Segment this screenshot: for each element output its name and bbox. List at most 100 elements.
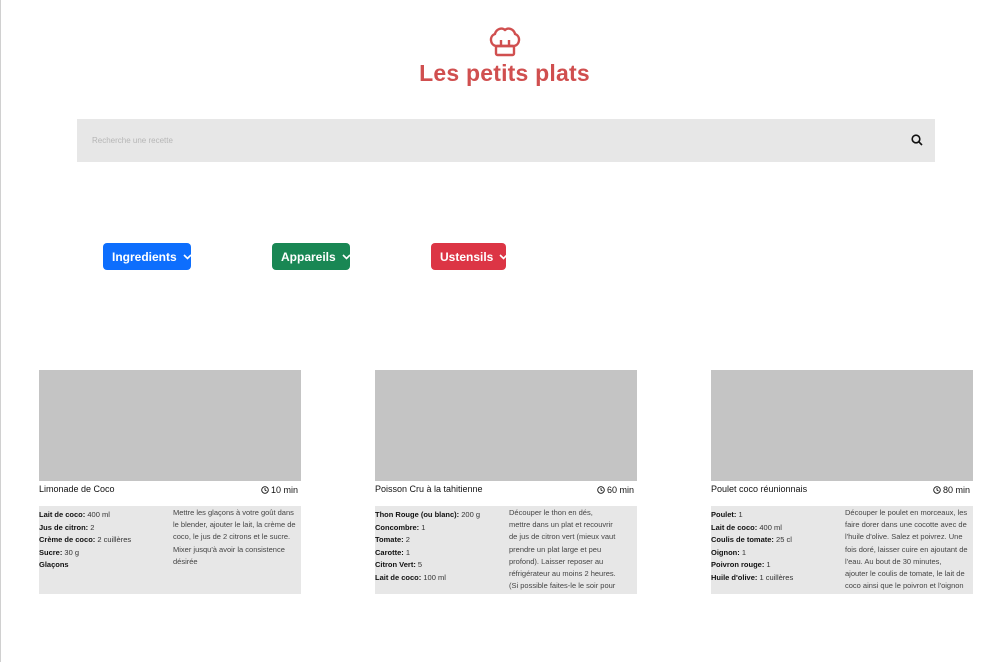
ingredient-item: Tomate: 2 xyxy=(375,534,500,547)
ingredient-name: Sucre: xyxy=(39,547,63,557)
ingredient-name: Oignon: xyxy=(711,547,740,557)
description-line: faire dorer dans une cocotte avec de xyxy=(845,520,967,530)
ingredient-item: Thon Rouge (ou blanc): 200 g xyxy=(375,509,500,522)
recipe-time: 10 min xyxy=(261,485,298,495)
description-line: Découper le poulet en morceaux, les xyxy=(845,508,968,517)
ingredient-item: Poulet: 1 xyxy=(711,509,836,522)
filter-ingredients-button[interactable]: Ingredients xyxy=(103,243,192,270)
ingredient-name: Coulis de tomate: xyxy=(711,535,774,544)
recipe-header: Limonade de Coco 10 min xyxy=(39,481,301,506)
recipe-card[interactable]: Limonade de Coco 10 min Lait de coco: 40… xyxy=(39,370,301,594)
ingredient-name: Lait de coco: xyxy=(375,572,422,582)
recipe-card[interactable]: Poisson Cru à la tahitienne 60 min Thon … xyxy=(375,370,637,594)
ingredient-quantity: 2 cuillères xyxy=(95,535,132,544)
ingredient-name: Huile d'olive: xyxy=(711,572,758,582)
recipe-time-value: 10 min xyxy=(270,485,298,495)
ingredient-quantity: 5 xyxy=(415,560,423,569)
ingredient-name: Lait de coco: xyxy=(711,522,758,532)
ingredient-name: Glaçons xyxy=(39,560,69,569)
clock-icon xyxy=(597,486,605,494)
filter-appareils-label: Appareils xyxy=(281,249,336,264)
chevron-down-icon xyxy=(342,253,351,260)
description-line: réfrigérateur au moins 2 heures. xyxy=(509,569,616,579)
description-line: Découper le thon en dés, xyxy=(509,508,593,517)
ingredient-name: Citron Vert: xyxy=(375,560,416,569)
ingredient-quantity: 100 ml xyxy=(421,572,446,582)
recipe-description: Découper le thon en dés, mettre dans un p… xyxy=(509,507,637,592)
ingredient-name: Jus de citron: xyxy=(39,522,89,532)
recipe-description: Mettre les glaçons à votre goût dans le b… xyxy=(173,507,301,568)
recipe-title: Poulet coco réunionnais xyxy=(711,484,808,494)
ingredient-list: Thon Rouge (ou blanc): 200 g Concombre: 1… xyxy=(375,509,500,584)
ingredient-item: Huile d'olive: 1 cuillères xyxy=(711,572,836,585)
filter-ustensils-button[interactable]: Ustensils xyxy=(431,243,508,270)
recipe-time-value: 60 min xyxy=(606,485,634,495)
recipe-title: Poisson Cru à la tahitienne xyxy=(375,484,483,494)
ingredient-quantity: 1 xyxy=(419,522,426,532)
ingredient-name: Tomate: xyxy=(375,535,404,544)
ingredient-item: Oignon: 1 xyxy=(711,547,836,560)
search-bar xyxy=(77,119,935,162)
ingredient-item: Glaçons xyxy=(39,559,164,572)
recipe-image xyxy=(39,370,301,481)
recipe-header: Poulet coco réunionnais 80 min xyxy=(711,481,973,506)
ingredient-item: Lait de coco: 400 ml xyxy=(39,509,164,522)
ingredient-item: Concombre: 1 xyxy=(375,522,500,535)
filter-appareils-button[interactable]: Appareils xyxy=(272,243,351,270)
recipe-card[interactable]: Poulet coco réunionnais 80 min Poulet: 1… xyxy=(711,370,973,594)
ingredient-quantity: 1 xyxy=(736,510,743,519)
chevron-down-icon xyxy=(183,253,192,260)
ingredient-quantity: 2 xyxy=(88,522,95,532)
ingredient-item: Carotte: 1 xyxy=(375,547,500,560)
ingredient-quantity: 1 xyxy=(403,547,411,557)
filter-ustensils-label: Ustensils xyxy=(440,249,494,264)
description-line: fois doré, laisser cuire en ajoutant de xyxy=(845,544,968,554)
description-line: de jus de citron vert (mieux vaut xyxy=(509,532,616,542)
ingredient-name: Thon Rouge (ou blanc): xyxy=(375,510,460,519)
description-line: coco, le jus de 2 citrons et le sucre. xyxy=(173,532,291,542)
recipe-image xyxy=(375,370,637,481)
description-line: mettre dans un plat et recouvrir xyxy=(509,520,613,530)
ingredient-quantity: 1 cuillères xyxy=(757,572,794,582)
description-line: l'huile d'olive. Salez et poivrez. Une xyxy=(845,532,963,542)
ingredient-item: Crème de coco: 2 cuillères xyxy=(39,534,164,547)
recipe-image xyxy=(711,370,973,481)
recipe-time: 80 min xyxy=(933,485,970,495)
ingredient-quantity: 400 ml xyxy=(85,510,110,519)
description-line: désirée xyxy=(173,556,198,566)
description-line: profond). Laisser reposer au xyxy=(509,556,604,566)
description-line: Mixer jusqu'à avoir la consistence xyxy=(173,544,285,554)
ingredient-quantity: 2 xyxy=(403,535,410,544)
description-line: prendre un plat large et peu xyxy=(509,544,602,554)
ingredient-quantity: 400 ml xyxy=(757,522,782,532)
ingredient-item: Coulis de tomate: 25 cl xyxy=(711,534,836,547)
ingredient-list: Poulet: 1 Lait de coco: 400 ml Coulis de t… xyxy=(711,509,836,584)
description-line: coco ainsi que le poivron et l'oignon xyxy=(845,581,964,591)
ingredient-quantity: 25 cl xyxy=(773,535,792,544)
ingredient-item: Poivron rouge: 1 xyxy=(711,559,836,572)
brand-name: Les petits plats xyxy=(419,60,590,86)
ingredient-name: Poivron rouge: xyxy=(711,560,765,569)
clock-icon xyxy=(261,486,269,494)
ingredient-name: Crème de coco: xyxy=(39,535,96,544)
ingredient-quantity: 1 xyxy=(739,547,747,557)
description-line: (Si possible faites-le le soir pour xyxy=(509,581,616,591)
ingredient-name: Concombre: xyxy=(375,522,420,532)
chef-hat-icon xyxy=(489,27,520,57)
ingredient-name: Poulet: xyxy=(711,510,737,519)
ingredient-list: Lait de coco: 400 ml Jus de citron: 2 Crèm… xyxy=(39,509,164,572)
recipe-description: Découper le poulet en morceaux, les faire… xyxy=(845,507,973,592)
description-line: le blender, ajouter le lait, la crème de xyxy=(173,520,296,530)
ingredient-item: Jus de citron: 2 xyxy=(39,522,164,535)
brand-logo: Les petits plats xyxy=(1,26,1007,87)
ingredient-quantity: 1 xyxy=(764,560,771,569)
ingredient-name: Carotte: xyxy=(375,547,404,557)
ingredient-item: Lait de coco: 100 ml xyxy=(375,572,500,585)
ingredient-quantity: 30 g xyxy=(62,547,80,557)
ingredient-quantity: 200 g xyxy=(459,510,481,519)
search-icon[interactable] xyxy=(911,134,923,146)
search-input[interactable] xyxy=(77,119,877,162)
recipe-title: Limonade de Coco xyxy=(39,484,115,494)
description-line: l'eau. Au bout de 30 minutes, xyxy=(845,556,942,566)
ingredient-item: Citron Vert: 5 xyxy=(375,559,500,572)
